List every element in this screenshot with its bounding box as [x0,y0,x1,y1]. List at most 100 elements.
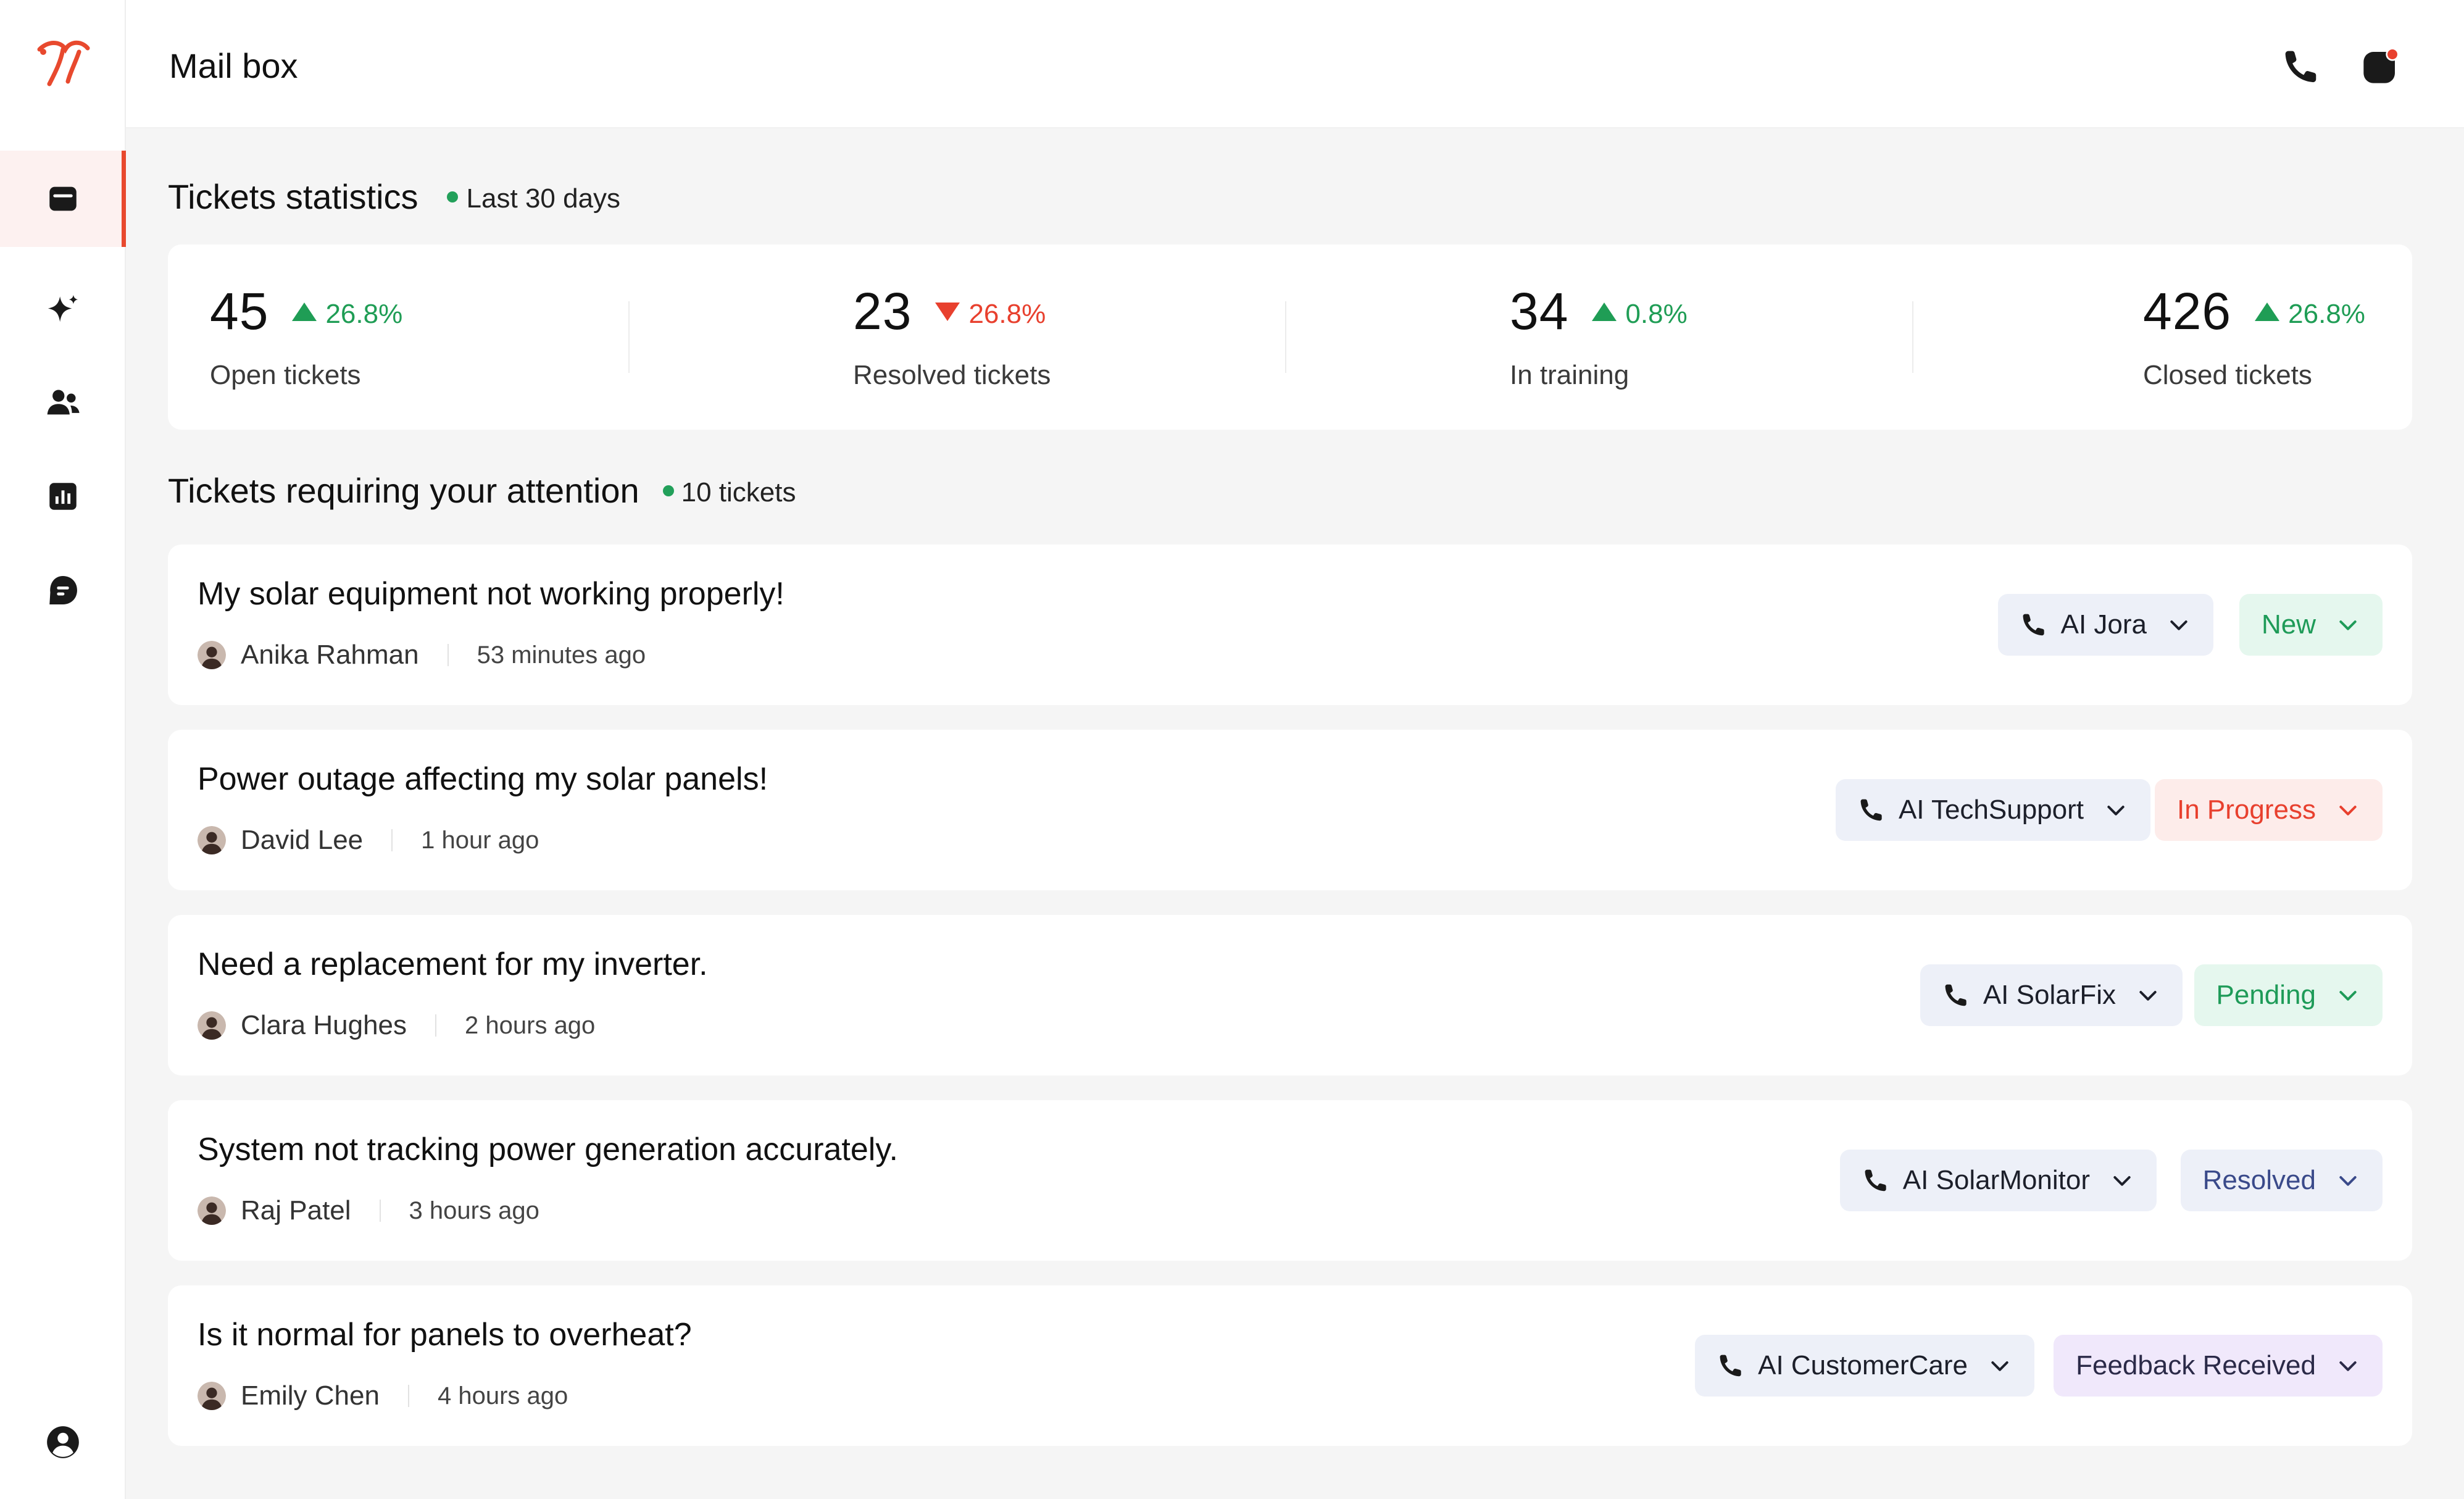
users-icon [47,390,80,415]
status-dropdown[interactable]: Feedback Received [2054,1335,2383,1397]
stat-value: 34 [1510,282,1569,340]
agent-dropdown[interactable]: AI Jora [1997,594,2213,656]
status-dropdown[interactable]: Pending [2194,964,2383,1026]
chevron-down-icon [2339,1361,2357,1371]
trend-up-icon [2255,302,2280,321]
attention-section-header: Tickets requiring your attention 10 tick… [168,470,796,511]
status-label: Pending [2216,980,2316,1010]
agent-dropdown[interactable]: AI SolarMonitor [1839,1150,2157,1211]
ticket-meta: Clara Hughes 2 hours ago [198,1010,595,1041]
stat-label: Open tickets [210,360,361,390]
trend-down-icon [935,302,960,321]
stat-change: 26.8% [2288,298,2365,329]
stat-label: Resolved tickets [853,360,1051,390]
chevron-down-icon [2339,806,2357,816]
phone-icon [1860,799,1882,821]
page-title: Mail box [169,46,298,85]
sidebar-item-ai[interactable] [0,262,126,358]
agent-dropdown[interactable]: AI TechSupport [1835,779,2150,841]
ticket-author: Anika Rahman [241,640,419,670]
stat-change: 26.8% [968,298,1046,329]
status-label: Resolved [2202,1165,2316,1195]
app-root: Mail box Tickets statistics Last 30 days… [0,0,2464,1499]
status-dropdown[interactable]: Resolved [2180,1150,2383,1211]
phone-icon[interactable] [2281,47,2321,86]
agent-label: AI CustomerCare [1758,1350,1968,1380]
phone-icon [1945,984,1967,1006]
stat-value: 426 [2143,282,2232,340]
stat-change: 26.8% [325,298,403,329]
phone-icon [2023,614,2044,636]
agent-dropdown[interactable]: AI CustomerCare [1695,1335,2034,1397]
ticket-meta: Emily Chen 4 hours ago [198,1380,568,1411]
ticket-title[interactable]: Need a replacement for my inverter. [198,946,708,983]
ticket-title[interactable]: Power outage affecting my solar panels! [198,761,768,798]
stat-value: 23 [853,282,912,340]
stat-divider [1285,301,1286,373]
status-dropdown[interactable]: In Progress [2155,779,2383,841]
agent-label: AI TechSupport [1898,795,2084,825]
chevron-down-icon [2107,806,2125,816]
stat-closed-tickets: 426 26.8% Closed tickets [2143,282,2365,391]
agent-label: AI Jora [2060,609,2147,640]
agent-label: AI SolarMonitor [1902,1165,2090,1195]
sidebar-item-profile[interactable] [0,1411,126,1473]
stats-period-label[interactable]: Last 30 days [467,183,621,214]
sidebar-item-chat[interactable] [0,542,126,638]
agent-dropdown[interactable]: AI SolarFix [1920,964,2183,1026]
stat-divider [628,301,630,373]
inbox-icon [49,186,77,211]
status-label: Feedback Received [2076,1350,2316,1380]
phone-icon [1720,1355,1741,1377]
ticket-card[interactable]: Power outage affecting my solar panels! … [168,730,2412,890]
ticket-author: Emily Chen [241,1380,380,1411]
status-label: In Progress [2177,795,2316,825]
sidebar-item-inbox[interactable] [0,151,126,247]
ticket-card[interactable]: Is it normal for panels to overheat? Emi… [168,1285,2412,1446]
chevron-down-icon [2113,1176,2131,1186]
status-dropdown[interactable]: New [2239,594,2383,656]
ticket-card[interactable]: System not tracking power generation acc… [168,1100,2412,1261]
ticket-time: 53 minutes ago [477,641,646,669]
ticket-time: 3 hours ago [409,1196,539,1224]
agent-label: AI SolarFix [1983,980,2116,1010]
stat-resolved-tickets: 23 26.8% Resolved tickets [853,282,1051,391]
live-dot-icon [446,191,458,203]
user-profile-icon [47,1426,79,1458]
meta-divider [407,1385,409,1407]
sidebar [0,0,126,1499]
stat-label: Closed tickets [2143,360,2312,390]
avatar [198,1196,226,1225]
brand-logo-icon[interactable] [36,38,90,88]
ticket-meta: David Lee 1 hour ago [198,825,539,856]
ticket-author: David Lee [241,825,364,855]
ticket-meta: Anika Rahman 53 minutes ago [198,640,646,670]
status-label: New [2261,609,2316,640]
attention-count-label: 10 tickets [681,477,796,507]
ticket-title[interactable]: My solar equipment not working properly! [198,575,785,612]
phone-icon [1865,1169,1886,1192]
ticket-time: 4 hours ago [437,1382,568,1409]
ticket-title[interactable]: System not tracking power generation acc… [198,1131,898,1168]
ticket-card[interactable]: Need a replacement for my inverter. Clar… [168,915,2412,1075]
ticket-title[interactable]: Is it normal for panels to overheat? [198,1316,692,1353]
sidebar-item-users[interactable] [0,354,126,451]
trend-up-icon [292,302,317,321]
chat-icon [49,576,77,604]
ticket-card[interactable]: My solar equipment not working properly!… [168,545,2412,705]
avatar [198,826,226,854]
stats-section-title: Tickets statistics [168,177,418,216]
avatar [198,1382,226,1410]
sidebar-item-analytics[interactable] [0,448,126,545]
ticket-author: Clara Hughes [241,1010,407,1040]
chevron-down-icon [2339,1176,2357,1186]
notification-icon[interactable] [2360,47,2400,86]
ticket-meta: Raj Patel 3 hours ago [198,1195,539,1226]
analytics-icon [49,483,77,510]
meta-divider [379,1200,381,1222]
sparkle-icon [48,294,78,322]
chevron-down-icon [2139,991,2157,1001]
live-dot-icon [662,485,674,496]
meta-divider [435,1014,437,1037]
top-header: Mail box [126,0,2464,128]
